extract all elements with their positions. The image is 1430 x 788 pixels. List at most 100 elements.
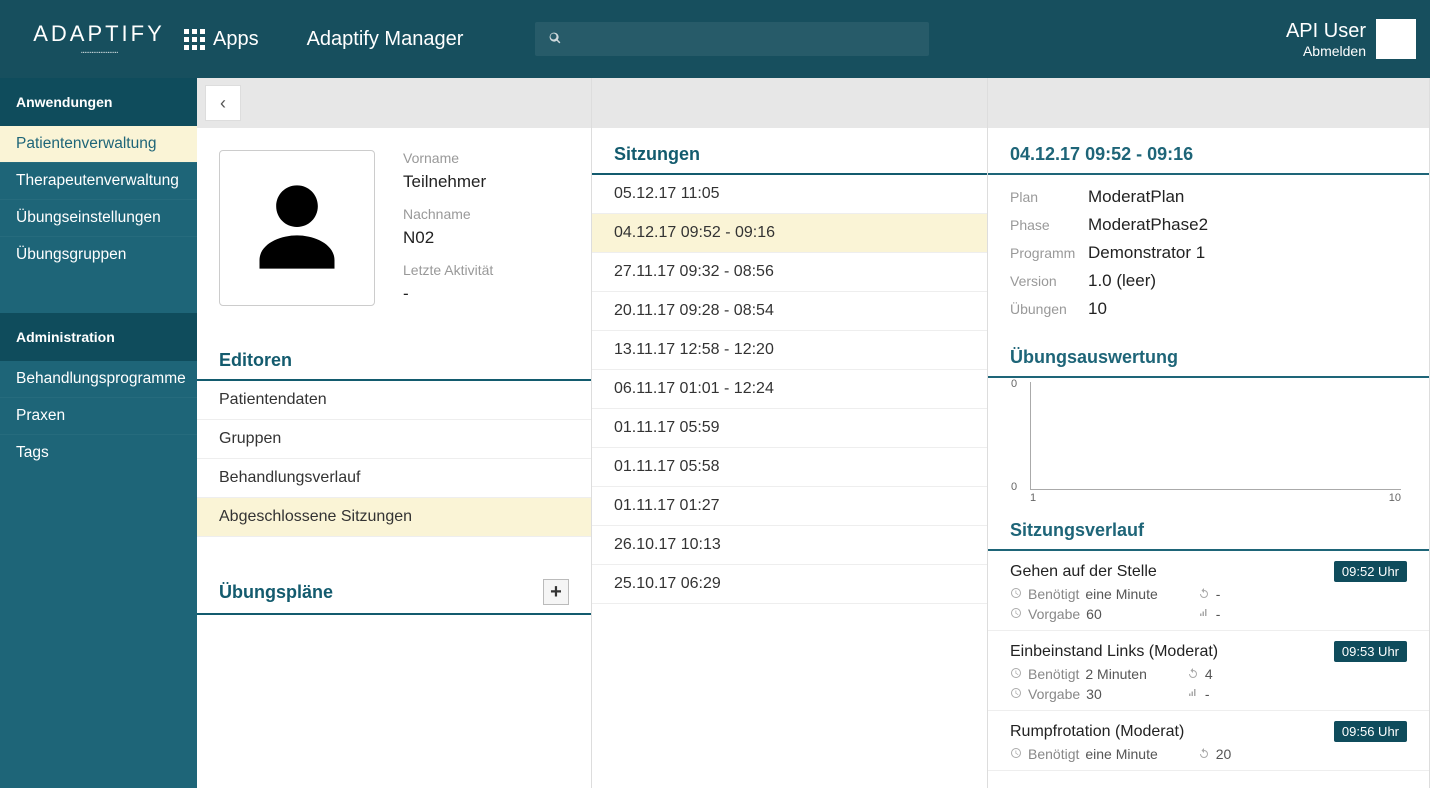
kv-key-plan: Plan (1010, 189, 1088, 205)
session-item[interactable]: 01.11.17 05:59 (592, 409, 987, 448)
session-item[interactable]: 13.11.17 12:58 - 12:20 (592, 331, 987, 370)
column-profile: ‹ Vorname Teilnehmer Nachname N02 Letzte… (197, 78, 592, 788)
editor-item-behandlungsverlauf[interactable]: Behandlungsverlauf (197, 459, 591, 498)
session-item[interactable]: 01.11.17 01:27 (592, 487, 987, 526)
plans-title-row: Übungspläne + (197, 563, 591, 615)
last-activity-label: Letzte Aktivität (403, 262, 493, 278)
sidebar-item-behandlungsprogramme[interactable]: Behandlungsprogramme (0, 361, 197, 397)
session-item[interactable]: 26.10.17 10:13 (592, 526, 987, 565)
column-toolbar (988, 78, 1429, 128)
exercise-item[interactable]: Einbeinstand Links (Moderat)09:53 UhrBen… (988, 631, 1429, 711)
sidebar-item-therapeutenverwaltung[interactable]: Therapeutenverwaltung (0, 162, 197, 199)
app-title: Adaptify Manager (307, 28, 464, 51)
session-item[interactable]: 01.11.17 05:58 (592, 448, 987, 487)
target-label: Vorgabe (1028, 606, 1080, 622)
apps-grid-icon (184, 29, 205, 50)
sidebar-item-tags[interactable]: Tags (0, 434, 197, 471)
kv-val-phase: ModeratPhase2 (1088, 215, 1208, 235)
x-tick-left: 1 (1030, 492, 1036, 504)
kv-key-phase: Phase (1010, 217, 1088, 233)
sidebar-item-praxen[interactable]: Praxen (0, 397, 197, 434)
target-value: 30 (1086, 686, 1102, 702)
clock-icon (1010, 686, 1022, 702)
exercise-item[interactable]: Rumpfrotation (Moderat)09:56 UhrBenötigt… (988, 711, 1429, 771)
y-tick-top: 0 (1011, 378, 1017, 390)
user-name: API User (1286, 20, 1366, 43)
kv-key-version: Version (1010, 273, 1088, 289)
column-toolbar: ‹ (197, 78, 591, 128)
session-item[interactable]: 27.11.17 09:32 - 08:56 (592, 253, 987, 292)
needed-value: 2 Minuten (1085, 666, 1146, 682)
profile-avatar (219, 150, 375, 306)
sidebar-item-patientenverwaltung[interactable]: Patientenverwaltung (0, 126, 197, 162)
search-input[interactable] (571, 31, 915, 47)
cycle-icon (1198, 586, 1210, 602)
cycle-icon (1187, 666, 1199, 682)
sidebar-item-uebungsgruppen[interactable]: Übungsgruppen (0, 236, 197, 273)
apps-menu-button[interactable]: Apps (184, 28, 259, 51)
kv-val-plan: ModeratPlan (1088, 187, 1184, 207)
kv-val-program: Demonstrator 1 (1088, 243, 1205, 263)
profile-block: Vorname Teilnehmer Nachname N02 Letzte A… (197, 128, 591, 334)
topbar: ADAPTIFY ∙∙∙∙∙∙∙∙∙∙∙∙∙∙∙∙∙∙∙∙∙ Apps Adap… (0, 0, 1430, 78)
sidebar: Anwendungen Patientenverwaltung Therapeu… (0, 78, 197, 788)
last-activity-value: - (403, 284, 493, 304)
x-tick-right: 10 (1389, 492, 1401, 504)
session-item[interactable]: 06.11.17 01:01 - 12:24 (592, 370, 987, 409)
session-item[interactable]: 20.11.17 09:28 - 08:54 (592, 292, 987, 331)
session-item[interactable]: 04.12.17 09:52 - 09:16 (592, 214, 987, 253)
back-button[interactable]: ‹ (205, 85, 241, 121)
chevron-left-icon: ‹ (220, 93, 226, 114)
sessions-title: Sitzungen (592, 128, 987, 175)
session-item[interactable]: 25.10.17 06:29 (592, 565, 987, 604)
avatar[interactable] (1376, 19, 1416, 59)
plus-icon: + (550, 581, 562, 604)
chart-plot-area: 0 0 (1030, 382, 1401, 490)
exercise-name: Einbeinstand Links (Moderat) (1010, 643, 1218, 661)
user-menu[interactable]: API User Abmelden (1286, 20, 1366, 59)
reps-value: - (1216, 586, 1221, 602)
session-meta: PlanModeratPlan PhaseModeratPhase2 Progr… (988, 175, 1429, 331)
sidebar-section-anwendungen: Anwendungen (0, 78, 197, 126)
exercise-name: Rumpfrotation (Moderat) (1010, 723, 1184, 741)
person-icon (247, 177, 347, 280)
session-detail-title: 04.12.17 09:52 - 09:16 (988, 128, 1429, 175)
logo-text: ADAPTIFY (33, 21, 165, 47)
column-sessions: Sitzungen 05.12.17 11:0504.12.17 09:52 -… (592, 78, 988, 788)
exercise-item[interactable]: Gehen auf der Stelle 09:52 Uhr Benötigt ei… (988, 551, 1429, 631)
exercise-time-badge: 09:52 Uhr (1334, 561, 1407, 582)
clock-icon (1010, 586, 1022, 602)
exercise-name: Gehen auf der Stelle (1010, 563, 1157, 581)
y-tick-bottom: 0 (1011, 481, 1017, 493)
editors-title: Editoren (197, 334, 591, 381)
body: Anwendungen Patientenverwaltung Therapeu… (0, 78, 1430, 788)
search-box[interactable] (535, 22, 929, 56)
clock-icon (1010, 746, 1022, 762)
reps-value: 4 (1205, 666, 1213, 682)
needed-value: eine Minute (1085, 746, 1157, 762)
search-icon (549, 31, 561, 47)
exercise-time-badge: 09:53 Uhr (1334, 641, 1407, 662)
kv-key-exercises: Übungen (1010, 301, 1088, 317)
add-plan-button[interactable]: + (543, 579, 569, 605)
needed-label: Benötigt (1028, 746, 1079, 762)
needed-label: Benötigt (1028, 586, 1079, 602)
sidebar-item-uebungseinstellungen[interactable]: Übungseinstellungen (0, 199, 197, 236)
lastname-label: Nachname (403, 206, 493, 222)
target-label: Vorgabe (1028, 686, 1080, 702)
clock-icon (1010, 606, 1022, 622)
firstname-label: Vorname (403, 150, 493, 166)
editor-item-patientendaten[interactable]: Patientendaten (197, 381, 591, 420)
intensity-value: - (1205, 686, 1210, 702)
editor-item-gruppen[interactable]: Gruppen (197, 420, 591, 459)
session-item[interactable]: 05.12.17 11:05 (592, 175, 987, 214)
needed-value: eine Minute (1085, 586, 1157, 602)
intensity-value: - (1216, 606, 1221, 622)
logout-link[interactable]: Abmelden (1286, 43, 1366, 59)
clock-icon (1010, 666, 1022, 682)
kv-key-program: Programm (1010, 245, 1088, 261)
cycle-icon (1198, 746, 1210, 762)
logo: ADAPTIFY ∙∙∙∙∙∙∙∙∙∙∙∙∙∙∙∙∙∙∙∙∙ (14, 21, 184, 58)
column-session-detail: 04.12.17 09:52 - 09:16 PlanModeratPlan P… (988, 78, 1430, 788)
editor-item-abgeschlossene-sitzungen[interactable]: Abgeschlossene Sitzungen (197, 498, 591, 537)
